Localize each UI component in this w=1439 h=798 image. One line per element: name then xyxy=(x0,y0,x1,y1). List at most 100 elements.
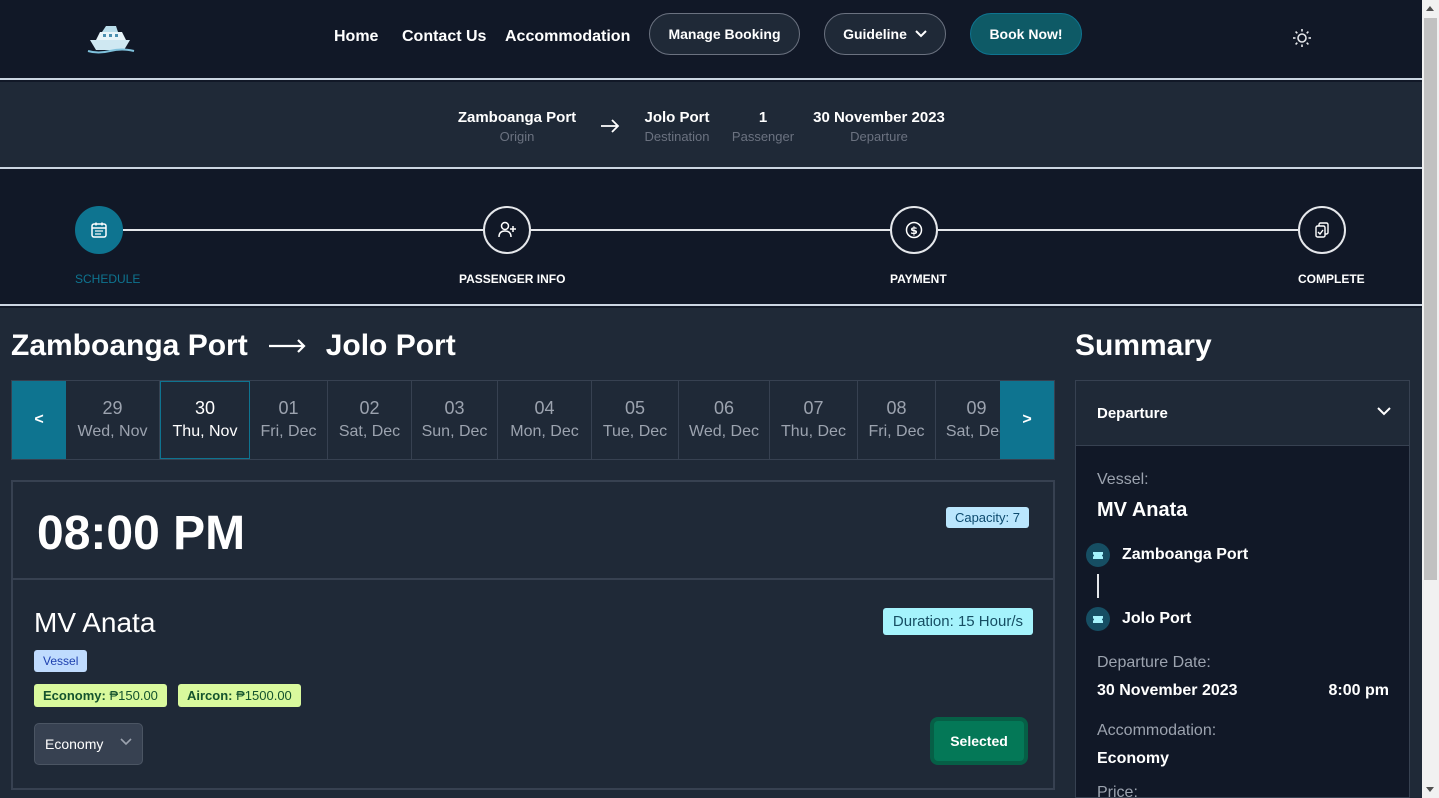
sun-icon[interactable] xyxy=(1292,28,1312,48)
date-prev-button[interactable]: < xyxy=(12,381,66,459)
book-now-label: Book Now! xyxy=(989,26,1063,42)
date-option[interactable]: 03 Sun, Dec xyxy=(412,381,498,459)
route-heading: Zamboanga Port Jolo Port xyxy=(11,329,456,363)
date-number: 09 xyxy=(966,398,987,418)
manage-booking-button[interactable]: Manage Booking xyxy=(649,13,800,55)
passenger-count: 1 xyxy=(758,109,768,126)
date-option[interactable]: 04 Mon, Dec xyxy=(498,381,592,459)
route-heading-destination: Jolo Port xyxy=(325,329,456,362)
date-option[interactable]: 09 Sat, Dec xyxy=(936,381,1000,459)
accommodation-select-value: Economy xyxy=(45,736,104,752)
summary-vessel-name: MV Anata xyxy=(1097,499,1188,521)
nav-contact-link[interactable]: Contact Us xyxy=(402,28,486,46)
date-number: 04 xyxy=(534,398,555,418)
departure-value: 30 November 2023 xyxy=(813,109,945,126)
summary-origin-port: Zamboanga Port xyxy=(1122,546,1249,563)
destination-value: Jolo Port xyxy=(644,109,710,126)
date-number: 02 xyxy=(359,398,380,418)
date-selector: < 29 Wed, Nov 30 Thu, Nov 01 Fri, Dec 02 Sat, D… xyxy=(11,380,1055,460)
date-weekday: Fri, Dec xyxy=(260,423,317,440)
date-option[interactable]: 30 Thu, Nov xyxy=(160,381,250,459)
booking-stepper: $ SCHEDULE PASSENGER INFO PAYMENT COMPLE… xyxy=(0,171,1422,306)
date-option[interactable]: 05 Tue, Dec xyxy=(592,381,679,459)
economy-price-value: ₱150.00 xyxy=(109,688,158,703)
aircon-price-label: Aircon: xyxy=(187,688,233,703)
date-option[interactable]: 01 Fri, Dec xyxy=(250,381,328,459)
date-number: 03 xyxy=(444,398,465,418)
scroll-down-arrow-icon[interactable] xyxy=(1426,787,1434,792)
date-weekday: Wed, Dec xyxy=(689,423,759,440)
clipboard-check-icon xyxy=(1315,222,1329,238)
date-number: 08 xyxy=(886,398,907,418)
ticket-icon xyxy=(1086,607,1110,631)
date-weekday: Fri, Dec xyxy=(868,423,925,440)
selected-button[interactable]: Selected xyxy=(930,717,1028,765)
step-label-complete: COMPLETE xyxy=(1298,272,1365,286)
step-passenger-info[interactable] xyxy=(483,206,531,254)
summary-departure-date: 30 November 2023 xyxy=(1097,682,1238,699)
scrollbar-thumb[interactable] xyxy=(1424,18,1437,580)
summary-destination-port: Jolo Port xyxy=(1122,610,1192,627)
chevron-down-icon xyxy=(120,738,132,746)
page-scrollbar[interactable] xyxy=(1422,0,1439,798)
date-next-button[interactable]: > xyxy=(1000,381,1054,459)
date-weekday: Thu, Dec xyxy=(781,423,846,440)
date-weekday: Mon, Dec xyxy=(510,423,579,440)
step-payment[interactable]: $ xyxy=(890,206,938,254)
date-number: 07 xyxy=(803,398,824,418)
capacity-badge: Capacity: 7 xyxy=(945,507,1029,528)
destination-info: Jolo Port Destination xyxy=(640,108,714,146)
vessel-name: MV Anata xyxy=(34,607,156,638)
chevron-down-icon xyxy=(915,30,927,38)
departure-time: 08:00 PM xyxy=(37,507,246,560)
date-weekday: Tue, Dec xyxy=(602,423,668,440)
date-number: 05 xyxy=(624,398,646,418)
aircon-price-value: ₱1500.00 xyxy=(236,688,292,703)
date-option[interactable]: 06 Wed, Dec xyxy=(679,381,770,459)
summary-departure-time: 8:00 pm xyxy=(1328,682,1389,699)
summary-departure-date-label: Departure Date: xyxy=(1097,654,1211,671)
calendar-icon xyxy=(91,222,107,238)
book-now-button[interactable]: Book Now! xyxy=(970,13,1082,55)
summary-departure-toggle[interactable]: Departure xyxy=(1075,380,1410,446)
step-schedule[interactable] xyxy=(75,206,123,254)
date-list: 29 Wed, Nov 30 Thu, Nov 01 Fri, Dec 02 Sat, Dec… xyxy=(66,381,1000,459)
ship-logo-icon[interactable] xyxy=(86,22,136,54)
date-option[interactable]: 29 Wed, Nov xyxy=(66,381,160,459)
vessel-tag: Vessel xyxy=(34,650,88,672)
step-complete[interactable] xyxy=(1298,206,1346,254)
accommodation-select[interactable]: Economy xyxy=(34,723,143,765)
date-number: 30 xyxy=(194,398,216,418)
summary-title: Summary xyxy=(1075,329,1212,362)
destination-label: Destination xyxy=(644,129,710,144)
step-label-payment: PAYMENT xyxy=(890,272,947,286)
nav-accommodation-link[interactable]: Accommodation xyxy=(505,28,630,46)
origin-label: Origin xyxy=(499,129,535,144)
scroll-up-arrow-icon[interactable] xyxy=(1426,6,1434,11)
user-plus-icon xyxy=(498,221,516,238)
guideline-label: Guideline xyxy=(843,26,907,42)
step-label-passenger-info: PASSENGER INFO xyxy=(459,272,566,286)
date-option[interactable]: 08 Fri, Dec xyxy=(858,381,936,459)
route-summary-bar: Zamboanga Port Origin Jolo Port Destinat… xyxy=(0,82,1422,169)
summary-accommodation: Economy xyxy=(1097,750,1170,767)
aircon-price-tag: Aircon: ₱1500.00 xyxy=(178,684,301,707)
summary-details: Vessel: MV Anata Zamboanga Port Jolo Por… xyxy=(1075,446,1410,798)
date-option[interactable]: 07 Thu, Dec xyxy=(770,381,858,459)
date-number: 06 xyxy=(713,398,735,418)
trip-card: 08:00 PM Capacity: 7 MV Anata Duration: … xyxy=(11,480,1055,790)
date-weekday: Sat, Dec xyxy=(945,423,1000,440)
economy-price-label: Economy: xyxy=(43,688,106,703)
route-connector xyxy=(1097,574,1099,598)
divider xyxy=(13,578,1053,580)
summary-accommodation-label: Accommodation: xyxy=(1097,722,1217,739)
date-option[interactable]: 02 Sat, Dec xyxy=(328,381,412,459)
long-arrow-right-icon xyxy=(268,339,306,353)
step-connector xyxy=(938,229,1298,231)
svg-text:$: $ xyxy=(910,224,918,237)
nav-home-link[interactable]: Home xyxy=(334,28,378,46)
guideline-dropdown[interactable]: Guideline xyxy=(824,13,946,55)
date-weekday: Thu, Nov xyxy=(172,423,238,440)
arrow-right-icon xyxy=(601,119,620,133)
economy-price-tag: Economy: ₱150.00 xyxy=(34,684,167,707)
